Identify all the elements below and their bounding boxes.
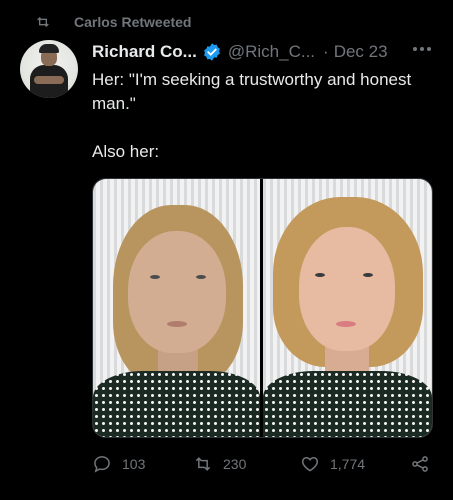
separator-dot: · [323, 42, 329, 61]
tweet-media[interactable] [92, 178, 433, 438]
tweet-text: Her: "I'm seeking a trustworthy and hone… [92, 68, 442, 164]
tweet-header: Richard Co... @Rich_C... · Dec 23 [92, 42, 388, 62]
reply-action[interactable]: 103 [92, 454, 145, 474]
retweet-context[interactable]: Carlos Retweeted [34, 14, 191, 30]
share-action[interactable] [410, 454, 440, 474]
more-options-icon[interactable] [413, 46, 431, 52]
retweet-action[interactable]: 230 [193, 454, 246, 474]
like-action[interactable]: 1,774 [300, 454, 365, 474]
woman-without-makeup-photo[interactable] [93, 179, 260, 437]
tweet-date[interactable]: Dec 23 [334, 42, 388, 62]
tweet-text-line-1: Her: "I'm seeking a trustworthy and hone… [92, 70, 412, 113]
retweet-icon [37, 17, 49, 27]
share-icon [412, 456, 428, 472]
author-handle[interactable]: @Rich_C... [228, 42, 315, 62]
verified-badge-icon [203, 43, 220, 61]
heart-icon [301, 456, 319, 472]
tweet-text-line-2: Also her: [92, 142, 160, 161]
reply-icon [94, 456, 110, 473]
reply-count: 103 [122, 456, 146, 472]
retweet-icon [195, 457, 211, 471]
author-name[interactable]: Richard Co... [92, 42, 197, 62]
retweeted-by-text: Carlos Retweeted [74, 14, 192, 30]
retweet-count: 230 [223, 456, 247, 472]
avatar[interactable] [20, 40, 78, 98]
like-count: 1,774 [330, 456, 366, 472]
woman-with-makeup-photo[interactable] [263, 179, 432, 437]
